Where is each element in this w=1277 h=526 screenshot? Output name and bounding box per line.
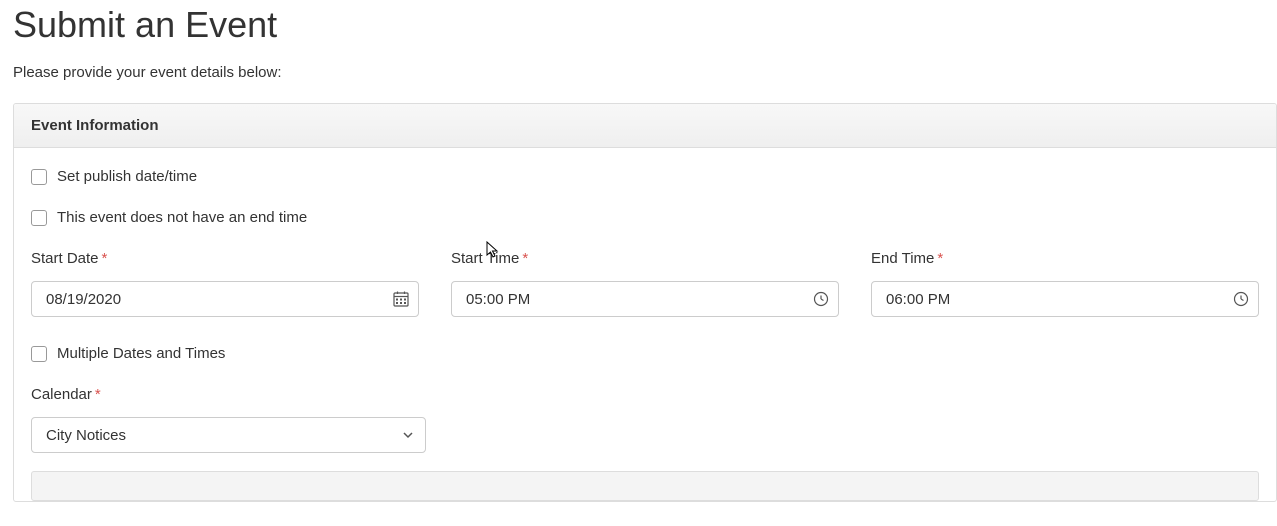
required-marker: *: [95, 386, 101, 403]
start-time-field: Start Time*: [451, 250, 839, 317]
publish-checkbox-row: Set publish date/time: [31, 168, 1259, 185]
start-date-field: Start Date*: [31, 250, 419, 317]
required-marker: *: [522, 250, 528, 267]
publish-checkbox[interactable]: [31, 169, 47, 185]
start-time-input[interactable]: [451, 281, 839, 317]
required-marker: *: [937, 250, 943, 267]
required-marker: *: [102, 250, 108, 267]
calendar-label: Calendar*: [31, 386, 1259, 403]
page-subtitle: Please provide your event details below:: [13, 64, 1277, 81]
content-block: [31, 471, 1259, 501]
end-time-label: End Time*: [871, 250, 1259, 267]
start-date-input-wrap: [31, 281, 419, 317]
no-end-checkbox-row: This event does not have an end time: [31, 209, 1259, 226]
start-date-input[interactable]: [31, 281, 419, 317]
panel-body: Set publish date/time This event does no…: [14, 148, 1276, 501]
calendar-select[interactable]: City Notices: [31, 417, 426, 453]
calendar-field: Calendar* City Notices: [31, 386, 1259, 453]
multiple-checkbox[interactable]: [31, 346, 47, 362]
start-date-label: Start Date*: [31, 250, 419, 267]
multiple-checkbox-row: Multiple Dates and Times: [31, 345, 1259, 362]
start-time-label: Start Time*: [451, 250, 839, 267]
panel-header: Event Information: [14, 104, 1276, 148]
no-end-checkbox[interactable]: [31, 210, 47, 226]
multiple-checkbox-label[interactable]: Multiple Dates and Times: [57, 345, 225, 362]
event-info-panel: Event Information Set publish date/time …: [13, 103, 1277, 502]
no-end-checkbox-label[interactable]: This event does not have an end time: [57, 209, 307, 226]
start-time-input-wrap: [451, 281, 839, 317]
date-time-row: Start Date* Start Time*: [31, 250, 1259, 317]
calendar-select-wrap: City Notices: [31, 417, 426, 453]
page-title: Submit an Event: [13, 4, 1277, 46]
publish-checkbox-label[interactable]: Set publish date/time: [57, 168, 197, 185]
end-time-field: End Time*: [871, 250, 1259, 317]
end-time-input[interactable]: [871, 281, 1259, 317]
end-time-input-wrap: [871, 281, 1259, 317]
